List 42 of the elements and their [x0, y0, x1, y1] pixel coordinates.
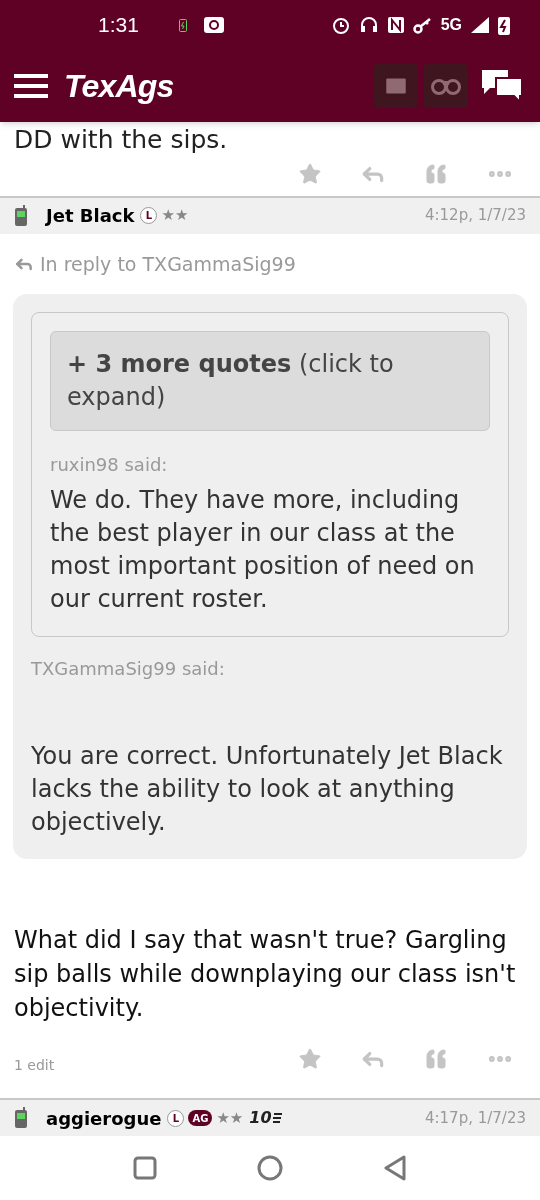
cast-icon	[202, 16, 225, 34]
home-icon[interactable]	[257, 1155, 283, 1181]
post-time: 4:12p, 1/7/23	[424, 205, 526, 227]
author-name[interactable]: aggierogue	[46, 1104, 162, 1132]
quote-text: We do. They have more, including the best player in our class at the most important position of need on our current roster.	[50, 485, 476, 615]
post-text: What did I say that wasn't true? Gargling sip balls while downplaying our class isn't objectivity.	[13, 925, 517, 1024]
headset-icon	[358, 15, 379, 35]
menu-icon[interactable]	[14, 73, 48, 99]
site-logo[interactable]: TexAgs	[64, 62, 174, 110]
nfc-icon	[386, 16, 405, 34]
post-time: 4:17p, 1/7/23	[424, 1107, 526, 1129]
binoculars-icon	[430, 76, 462, 96]
rank-stars: ★★	[161, 205, 189, 227]
post-text: DD with the sips.	[13, 124, 229, 156]
phone-icon	[14, 1107, 28, 1129]
letter-badge: L	[167, 1109, 185, 1127]
network-label: 5G	[440, 15, 462, 35]
back-icon[interactable]	[383, 1155, 407, 1181]
mail-button[interactable]	[374, 64, 418, 108]
letter-badge: L	[140, 207, 158, 224]
quote-attribution: ruxin98 said:	[50, 453, 169, 477]
key-icon	[412, 16, 433, 34]
quote-icon[interactable]	[424, 161, 448, 186]
lines-icon	[272, 1112, 282, 1124]
alarm-icon	[330, 15, 351, 35]
star-icon[interactable]	[298, 1046, 322, 1071]
binoculars-button[interactable]	[424, 64, 468, 108]
rank-number: 10	[249, 1107, 272, 1129]
star-icon[interactable]	[298, 161, 322, 186]
battery-charging-icon	[498, 15, 510, 35]
battery-icon	[178, 18, 187, 32]
quote-text: You are correct. Unfortunately Jet Black lacks the ability to look at anything objectively.	[31, 741, 504, 838]
phone-icon	[14, 204, 28, 227]
expand-quotes-button[interactable]: + 3 more quotes (click to expand)	[50, 331, 490, 431]
rank-stars: ★★	[216, 1107, 244, 1129]
recents-icon[interactable]	[133, 1156, 157, 1180]
quote-icon[interactable]	[424, 1046, 448, 1071]
author-name[interactable]: Jet Black	[46, 202, 135, 229]
team-badge: AG	[188, 1110, 213, 1126]
status-time: 1:31	[98, 12, 139, 39]
quote-attribution: TXGammaSig99 said:	[31, 657, 226, 681]
signal-icon	[470, 16, 490, 34]
